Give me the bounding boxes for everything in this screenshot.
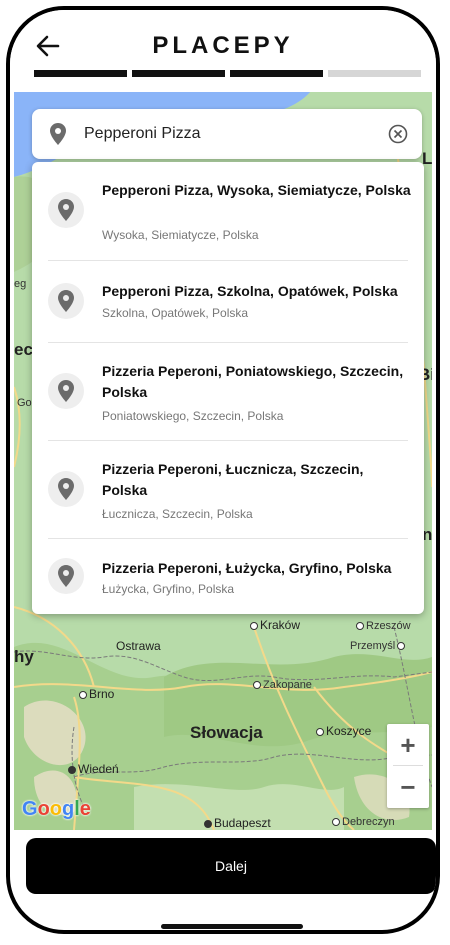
suggestion-title: Pizzeria Peperoni, Łucznicza, Szczecin, … <box>102 461 364 498</box>
map-label-hy: hy <box>14 647 34 666</box>
next-button[interactable]: Dalej <box>26 838 436 894</box>
suggestion-subtitle: Łucznicza, Szczecin, Polska <box>102 507 253 521</box>
map-label-wieden: Wiedeń <box>68 762 119 776</box>
suggestion-item[interactable]: Pepperoni Pizza, Szkolna, Opatówek, Pols… <box>32 261 424 341</box>
zoom-in-button[interactable]: + <box>387 724 429 766</box>
progress-step-3 <box>230 70 323 77</box>
map-label-go: Go <box>17 397 32 409</box>
suggestion-item[interactable]: Pizzeria Peperoni, Łucznicza, Szczecin, … <box>32 441 424 537</box>
map-label-brno: Brno <box>79 687 114 701</box>
suggestion-item[interactable]: Pizzeria Peperoni, Poniatowskiego, Szcze… <box>32 343 424 439</box>
search-input[interactable]: Pepperoni Pizza <box>84 125 201 143</box>
location-pin-icon <box>50 123 66 145</box>
map-label-ostrawa: Ostrawa <box>116 639 161 653</box>
progress-step-2 <box>132 70 225 77</box>
location-pin-icon <box>48 373 84 409</box>
location-pin-icon <box>48 192 84 228</box>
page-title: PLACEPY <box>152 32 294 59</box>
progress-step-4 <box>328 70 421 77</box>
search-box[interactable]: Pepperoni Pizza <box>32 109 422 159</box>
divider <box>393 765 423 766</box>
suggestion-item[interactable]: Pizzeria Peperoni, Łużycka, Gryfino, Pol… <box>32 539 424 614</box>
map-label-przemysl: Przemyśl <box>350 640 407 652</box>
step-progress <box>34 70 421 77</box>
map-label-zakopane: Zakopane <box>253 679 312 691</box>
suggestion-item[interactable]: Pepperoni Pizza, Wysoka, Siemiatycze, Po… <box>32 162 424 258</box>
phone-frame: PLACEPY L eg eci B Go n Kraków Rzeszów O… <box>6 6 440 934</box>
clear-search-icon[interactable] <box>388 124 408 144</box>
location-pin-icon <box>48 283 84 319</box>
zoom-out-button[interactable]: − <box>387 766 429 808</box>
home-indicator <box>161 924 303 929</box>
google-logo: Google <box>22 798 91 820</box>
map-label-rzeszow: Rzeszów <box>356 620 411 632</box>
header: PLACEPY <box>10 10 436 92</box>
map-label-debreczyn: Debreczyn <box>332 816 395 828</box>
map-label-slowacja: Słowacja <box>190 723 263 742</box>
zoom-controls: + − <box>387 724 429 808</box>
suggestion-title: Pepperoni Pizza, Szkolna, Opatówek, Pols… <box>102 283 398 299</box>
suggestion-title: Pizzeria Peperoni, Łużycka, Gryfino, Pol… <box>102 560 392 576</box>
location-pin-icon <box>48 558 84 594</box>
suggestion-subtitle: Szkolna, Opatówek, Polska <box>102 306 249 320</box>
map-label-budapeszt: Budapeszt <box>204 816 271 830</box>
progress-step-1 <box>34 70 127 77</box>
map-label-krakow: Kraków <box>250 618 300 632</box>
location-pin-icon <box>48 471 84 507</box>
suggestion-subtitle: Łużycka, Gryfino, Polska <box>102 582 235 596</box>
suggestion-subtitle: Poniatowskiego, Szczecin, Polska <box>102 409 284 423</box>
map-label-eg: eg <box>14 278 27 290</box>
map-label-koszyce: Koszyce <box>316 724 371 738</box>
suggestions-list: Pepperoni Pizza, Wysoka, Siemiatycze, Po… <box>32 162 424 614</box>
suggestion-title: Pepperoni Pizza, Wysoka, Siemiatycze, Po… <box>102 182 411 198</box>
suggestion-subtitle: Wysoka, Siemiatycze, Polska <box>102 228 259 242</box>
suggestion-title: Pizzeria Peperoni, Poniatowskiego, Szcze… <box>102 363 404 400</box>
